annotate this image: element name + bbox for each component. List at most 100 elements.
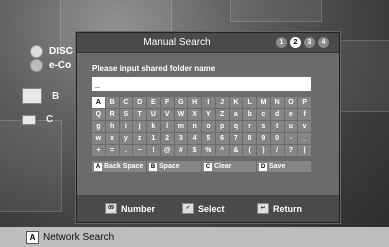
- step-indicator: 1 2 3 4: [276, 37, 329, 48]
- space-key[interactable]: B Space: [147, 161, 201, 172]
- back-space-key[interactable]: A Back Space: [92, 161, 146, 172]
- device-item-c[interactable]: C: [22, 114, 53, 125]
- keyboard-key[interactable]: Y: [202, 109, 215, 120]
- keyboard-key[interactable]: j: [133, 121, 146, 132]
- keyboard-key[interactable]: u: [284, 121, 298, 132]
- keyboard-key[interactable]: C: [119, 97, 133, 108]
- screen: DISC e-Co B C Manual Search 1 2 3 4 Plea…: [0, 0, 389, 247]
- keyboard-key[interactable]: _: [298, 133, 311, 144]
- keyboard-key[interactable]: G: [174, 97, 188, 108]
- keyboard-key[interactable]: w: [92, 133, 105, 144]
- keyboard-key[interactable]: @: [160, 145, 174, 156]
- keyboard-key[interactable]: 5: [202, 133, 215, 144]
- keyboard-key[interactable]: =: [105, 145, 119, 156]
- keyboard-key[interactable]: ): [257, 145, 270, 156]
- keyboard-key[interactable]: s: [257, 121, 270, 132]
- keyboard-key[interactable]: O: [284, 97, 298, 108]
- keyboard-key[interactable]: v: [298, 121, 311, 132]
- keyboard-key[interactable]: |: [298, 145, 311, 156]
- keyboard-key[interactable]: &: [229, 145, 243, 156]
- keyboard-key[interactable]: !: [147, 145, 160, 156]
- keyboard-key[interactable]: ?: [284, 145, 298, 156]
- keyboard-key[interactable]: ^: [215, 145, 229, 156]
- keyboard-key[interactable]: q: [229, 121, 243, 132]
- keyboard-key[interactable]: h: [105, 121, 119, 132]
- footer-label: Return: [273, 203, 302, 214]
- keyboard-key[interactable]: d: [270, 109, 284, 120]
- keyboard-key[interactable]: B: [105, 97, 119, 108]
- keyboard-key[interactable]: 7: [229, 133, 243, 144]
- network-search-label[interactable]: Network Search: [43, 232, 114, 243]
- keyboard-key[interactable]: Q: [92, 109, 105, 120]
- keyboard-key[interactable]: 4: [188, 133, 201, 144]
- keyboard-key[interactable]: I: [202, 97, 215, 108]
- keyboard-key[interactable]: f: [298, 109, 311, 120]
- background-tile: [0, 120, 62, 212]
- keyboard-key[interactable]: l: [160, 121, 174, 132]
- keyboard-row: ABCDEFGHIJKLMNOP: [92, 97, 311, 108]
- keyboard-key[interactable]: 3: [174, 133, 188, 144]
- keyboard-key[interactable]: k: [147, 121, 160, 132]
- keyboard-key[interactable]: g: [92, 121, 105, 132]
- keyboard-key[interactable]: P: [298, 97, 311, 108]
- menu-item-disc[interactable]: DISC: [30, 44, 73, 58]
- keyboard-key[interactable]: R: [105, 109, 119, 120]
- menu-item-econtent[interactable]: e-Co: [30, 58, 73, 72]
- keyboard-key[interactable]: t: [270, 121, 284, 132]
- keyboard-key[interactable]: c: [257, 109, 270, 120]
- keyboard-key[interactable]: n: [188, 121, 201, 132]
- keyboard-key[interactable]: Z: [215, 109, 229, 120]
- keyboard-key[interactable]: K: [229, 97, 243, 108]
- keyboard-key[interactable]: T: [133, 109, 146, 120]
- keyboard-key[interactable]: 8: [243, 133, 256, 144]
- keyboard-key[interactable]: o: [202, 121, 215, 132]
- keyboard-key[interactable]: A: [92, 97, 105, 108]
- keyboard-key[interactable]: M: [257, 97, 270, 108]
- function-keys: A Back Space B Space C Clear D Save: [92, 161, 311, 172]
- keyboard-key[interactable]: (: [243, 145, 256, 156]
- keyboard-key[interactable]: p: [215, 121, 229, 132]
- number-button[interactable]: 09 Number: [105, 203, 155, 214]
- save-key[interactable]: D Save: [257, 161, 311, 172]
- keyboard-key[interactable]: N: [270, 97, 284, 108]
- keyboard-key[interactable]: .: [119, 145, 133, 156]
- keyboard-key[interactable]: y: [119, 133, 133, 144]
- keyboard-key[interactable]: %: [202, 145, 215, 156]
- keyboard-key[interactable]: x: [105, 133, 119, 144]
- keyboard-key[interactable]: ~: [133, 145, 146, 156]
- keyboard-key[interactable]: r: [243, 121, 256, 132]
- keyboard-key[interactable]: 9: [257, 133, 270, 144]
- keyboard-key[interactable]: 6: [215, 133, 229, 144]
- keyboard-key[interactable]: L: [243, 97, 256, 108]
- keyboard-key[interactable]: z: [133, 133, 146, 144]
- keyboard-key[interactable]: -: [284, 133, 298, 144]
- keyboard-key[interactable]: 2: [160, 133, 174, 144]
- folder-name-input[interactable]: _: [92, 77, 311, 91]
- keyboard-key[interactable]: /: [270, 145, 284, 156]
- on-screen-keyboard: ABCDEFGHIJKLMNOPQRSTUVWXYZabcdefghijklmn…: [92, 97, 311, 157]
- keyboard-key[interactable]: #: [174, 145, 188, 156]
- keyboard-key[interactable]: 0: [270, 133, 284, 144]
- keyboard-key[interactable]: i: [119, 121, 133, 132]
- keyboard-key[interactable]: U: [147, 109, 160, 120]
- clear-key[interactable]: C Clear: [202, 161, 256, 172]
- keyboard-key[interactable]: b: [243, 109, 256, 120]
- keyboard-key[interactable]: H: [188, 97, 201, 108]
- keyboard-key[interactable]: D: [133, 97, 146, 108]
- keyboard-key[interactable]: J: [215, 97, 229, 108]
- keyboard-key[interactable]: +: [92, 145, 105, 156]
- device-item-b[interactable]: B: [22, 88, 59, 104]
- keyboard-key[interactable]: X: [188, 109, 201, 120]
- keyboard-key[interactable]: a: [229, 109, 243, 120]
- keyboard-key[interactable]: m: [174, 121, 188, 132]
- keyboard-key[interactable]: $: [188, 145, 201, 156]
- select-button[interactable]: ✓ Select: [182, 203, 225, 214]
- keyboard-key[interactable]: e: [284, 109, 298, 120]
- keyboard-key[interactable]: V: [160, 109, 174, 120]
- keyboard-key[interactable]: S: [119, 109, 133, 120]
- keyboard-key[interactable]: W: [174, 109, 188, 120]
- keyboard-key[interactable]: E: [147, 97, 160, 108]
- keyboard-key[interactable]: 1: [147, 133, 160, 144]
- return-button[interactable]: ↩ Return: [257, 203, 302, 214]
- keyboard-key[interactable]: F: [160, 97, 174, 108]
